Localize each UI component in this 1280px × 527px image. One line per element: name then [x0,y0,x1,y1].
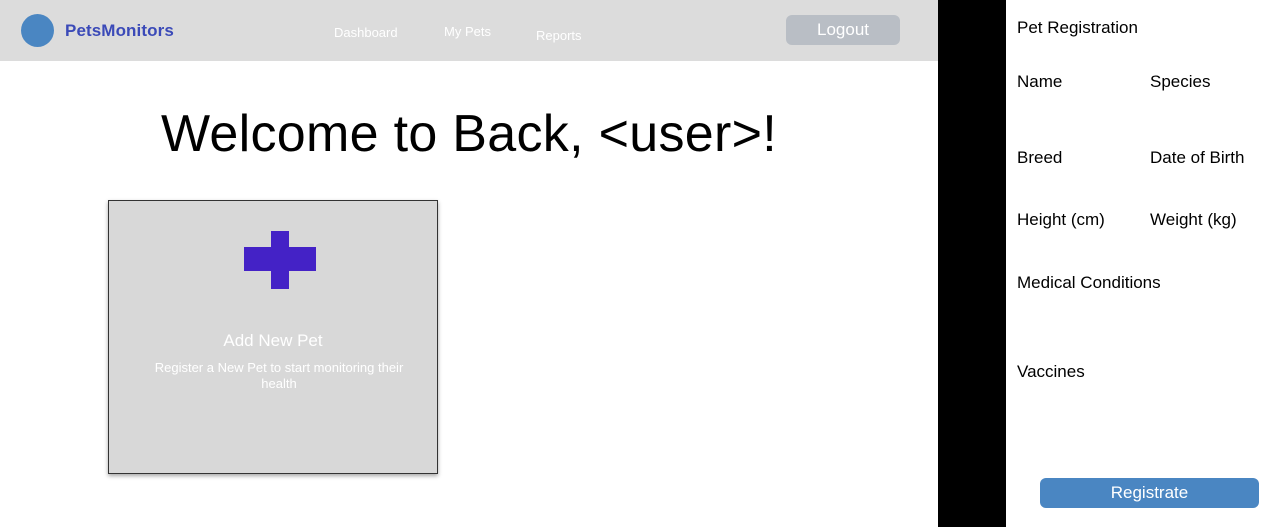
height-label: Height (cm) [1017,210,1105,229]
top-nav-bar: PetsMonitors Dashboard My Pets Reports L… [0,0,938,61]
weight-label: Weight (kg) [1150,210,1237,229]
logo-icon [21,14,54,47]
date-of-birth-label: Date of Birth [1150,148,1245,167]
medical-conditions-label: Medical Conditions [1017,273,1161,292]
breed-label: Breed [1017,148,1063,167]
panel-divider [938,0,1006,527]
nav-my-pets-link[interactable]: My Pets [444,24,491,39]
vaccines-label: Vaccines [1017,362,1085,381]
brand-name: PetsMonitors [65,21,174,40]
logout-button[interactable]: Logout [786,15,900,45]
nav-reports-link[interactable]: Reports [536,28,582,43]
name-label: Name [1017,72,1063,91]
add-new-pet-description: Register a New Pet to start monitoring t… [154,360,404,391]
pet-registration-panel: Pet Registration Name Species Breed Date… [1006,0,1280,527]
add-new-pet-card[interactable]: Add New Pet Register a New Pet to start … [108,200,438,474]
add-new-pet-title: Add New Pet [223,331,323,350]
species-label: Species [1150,72,1211,91]
registrate-button[interactable]: Registrate [1040,478,1259,508]
welcome-heading: Welcome to Back, <user>! [160,105,778,163]
registration-title: Pet Registration [1017,18,1138,37]
nav-dashboard-link[interactable]: Dashboard [334,25,398,40]
